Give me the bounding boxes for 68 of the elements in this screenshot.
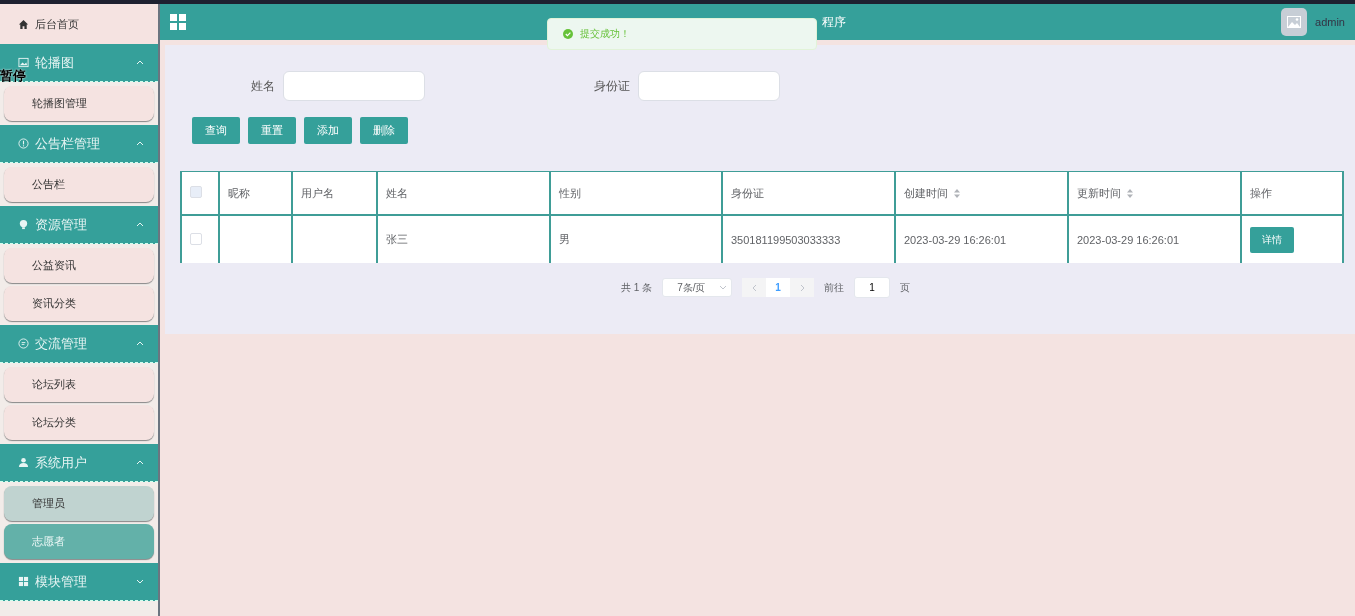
menu-group[interactable]: 资源管理 — [0, 206, 158, 244]
bulb-icon — [18, 219, 29, 230]
menu-item[interactable]: 论坛分类 — [4, 405, 154, 440]
menu-group[interactable]: 交流管理 — [0, 325, 158, 363]
chevron-icon — [136, 60, 144, 65]
user-name[interactable]: admin — [1315, 16, 1345, 28]
chevron-icon — [136, 222, 144, 227]
menu-item[interactable]: 资讯分类 — [4, 286, 154, 321]
app-title: 程序 — [822, 13, 847, 31]
table-cell: 2023-03-29 16:26:01 — [1077, 233, 1180, 246]
table-cell: 350181199503033333 — [731, 233, 841, 246]
column-header: 姓名 — [377, 171, 550, 215]
action-button[interactable]: 添加 — [304, 117, 352, 144]
overlay-label: 暂停 — [0, 67, 26, 85]
field-label: 姓名 — [250, 77, 276, 95]
chevron-icon — [136, 141, 144, 146]
image-icon — [1287, 16, 1302, 28]
column-header: 操作 — [1241, 171, 1343, 215]
detail-button[interactable]: 详情 — [1250, 226, 1294, 253]
action-button[interactable]: 查询 — [192, 117, 240, 144]
total-count: 共 1 条 — [621, 280, 653, 295]
field-label: 身份证 — [593, 77, 631, 95]
chat-icon — [18, 338, 29, 349]
checkbox[interactable] — [190, 186, 202, 198]
image-icon — [18, 57, 29, 68]
home-icon — [18, 18, 29, 30]
search-field[interactable] — [638, 71, 780, 101]
grid-icon[interactable] — [170, 14, 186, 30]
action-button[interactable]: 重置 — [248, 117, 296, 144]
page-size-select[interactable]: 7条/页 — [662, 278, 733, 297]
check-circle-icon — [563, 29, 573, 39]
sort-icon[interactable] — [954, 189, 960, 199]
menu-item[interactable]: 轮播图管理 — [4, 86, 154, 121]
user-icon — [18, 457, 29, 468]
menu-group[interactable]: 模块管理 — [0, 563, 158, 601]
chevron-icon — [136, 460, 144, 465]
table-cell: 张三 — [386, 233, 408, 245]
column-header: 昵称 — [219, 171, 292, 215]
goto-label: 前往 — [824, 280, 845, 295]
table-cell: 2023-03-29 16:26:01 — [904, 233, 1007, 246]
column-header[interactable]: 创建时间 — [895, 171, 1068, 215]
column-header: 身份证 — [722, 171, 895, 215]
menu-group[interactable]: 系统用户 — [0, 444, 158, 482]
info-icon — [18, 138, 29, 149]
sidebar-item[interactable]: 后台首页 — [0, 4, 158, 44]
chevron-icon — [136, 579, 144, 584]
column-header: 用户名 — [292, 171, 377, 215]
chevron-icon — [136, 341, 144, 346]
checkbox[interactable] — [190, 232, 202, 245]
column-header: 性别 — [550, 171, 722, 215]
menu-item[interactable]: 公告栏 — [4, 167, 154, 202]
menu-group[interactable]: 公告栏管理 — [0, 125, 158, 163]
goto-field[interactable]: 1 — [854, 277, 891, 298]
toast-message: 提交成功！ — [580, 27, 630, 41]
search-field[interactable] — [283, 71, 425, 101]
menu-item[interactable]: 管理员 — [4, 486, 154, 521]
menu-item[interactable]: 论坛列表 — [4, 367, 154, 402]
chevron-icon — [719, 285, 728, 290]
menu-item[interactable]: 志愿者 — [4, 524, 154, 559]
page-suffix: 页 — [900, 280, 911, 295]
grid-icon — [18, 576, 29, 587]
sort-icon[interactable] — [1127, 189, 1133, 199]
page-button[interactable]: 1 — [766, 278, 791, 297]
menu-item[interactable]: 公益资讯 — [4, 248, 154, 283]
action-button[interactable]: 删除 — [360, 117, 408, 144]
column-header[interactable]: 更新时间 — [1068, 171, 1241, 215]
table-cell: 男 — [559, 233, 570, 245]
avatar[interactable] — [1281, 8, 1308, 36]
